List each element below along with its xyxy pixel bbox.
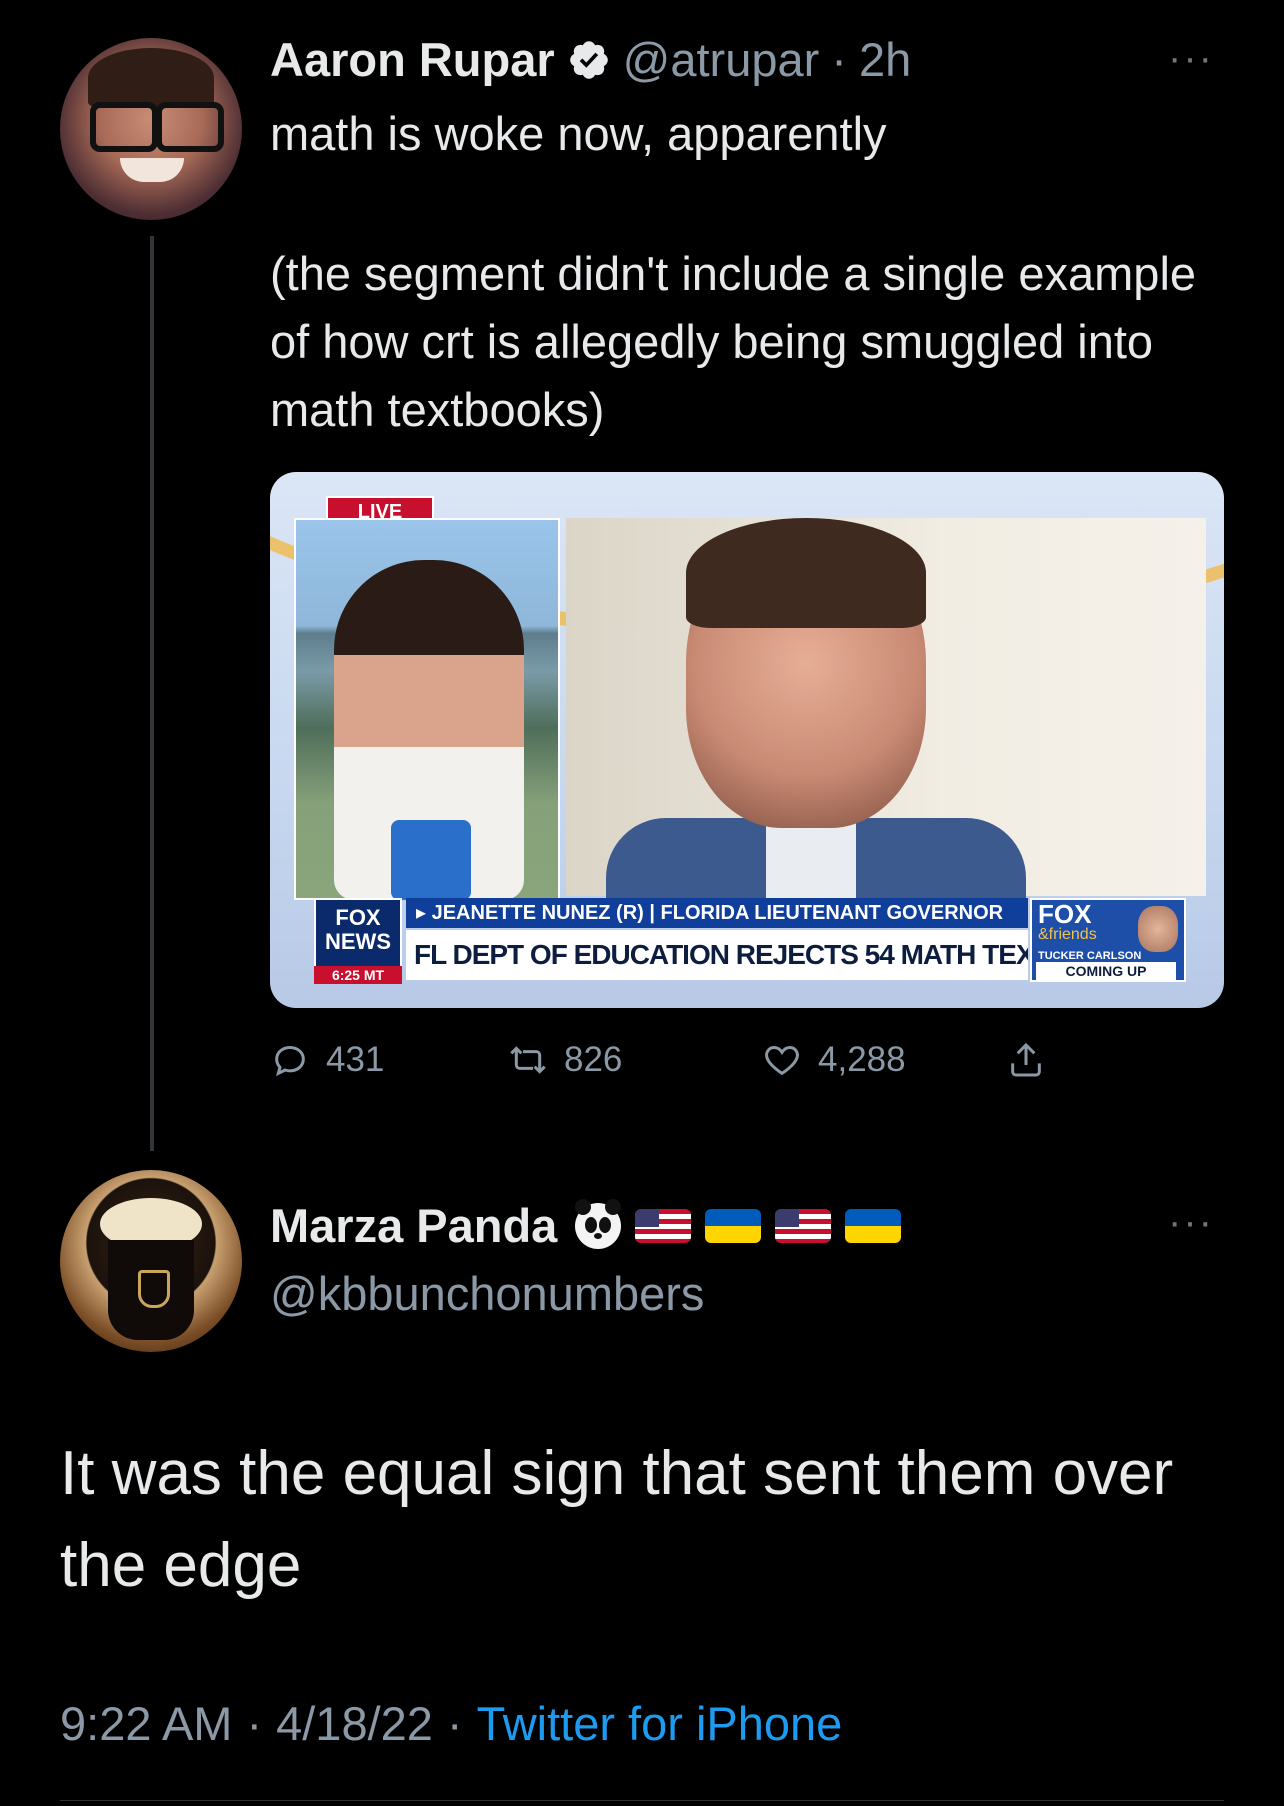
reply-author-handle[interactable]: @kbbunchonumbers [270,1266,704,1321]
us-flag-icon [775,1208,832,1243]
reply-icon [275,1045,305,1077]
reply-action[interactable]: 431 [270,1040,384,1080]
avatar-smile [120,158,184,182]
retweet-count: 826 [564,1040,623,1079]
author-handle[interactable]: @atrupar [623,32,820,87]
chyron: FOX NEWS 6:25 MT ▸ JEANETTE NUNEZ (R) | … [314,898,1186,984]
subject-photo [566,518,1206,918]
broadcast-clock: 6:25 MT [314,966,402,984]
time-separator: · [831,33,847,86]
reply-author-name[interactable]: Marza Panda [270,1198,557,1253]
chyron-headline: FL DEPT OF EDUCATION REJECTS 54 MATH TEX… [406,930,1028,980]
subject-hair [686,518,926,628]
author-name[interactable]: Aaron Rupar [270,32,555,87]
promo-coming-up: COMING UP [1036,962,1176,980]
footer-time[interactable]: 9:22 AM [60,1696,232,1751]
promo-host-photo [1138,906,1178,952]
like-icon [765,1045,799,1076]
reply-tweet-header: Marza Panda [270,1198,902,1253]
footer-date[interactable]: 4/18/22 [276,1696,433,1751]
panda-emoji-icon [575,1198,622,1249]
tweet-media-video[interactable]: LIVE FOX NEWS 6:25 MT ▸ JEANETTE NUNEZ (… [270,472,1224,1008]
tweet-footer: 9:22 AM · 4/18/22 · Twitter for iPhone [60,1696,842,1751]
retweet-action[interactable]: 826 [508,1040,622,1080]
parent-tweet-text-line1: math is woke now, apparently [270,107,887,160]
like-action[interactable]: 4,288 [762,1040,906,1080]
author-avatar[interactable] [60,38,242,220]
avatar-harp-logo [138,1270,170,1308]
display-name-emojis [575,1198,902,1249]
avatar-glasses-right [156,102,224,152]
avatar-hair [88,48,214,108]
logo-line2: NEWS [325,929,391,954]
footer-source-link[interactable]: Twitter for iPhone [477,1696,843,1751]
logo-line1: FOX [335,905,381,930]
guest-camera-feed [294,518,560,900]
show-logo: FOX [1038,899,1092,929]
thread-connector-line [150,236,154,1151]
more-icon[interactable]: ··· [1168,36,1214,81]
ukraine-flag-icon [845,1208,902,1243]
tweet-time[interactable]: 2h [859,32,911,87]
reply-tweet-text: It was the equal sign that sent them ove… [60,1439,1174,1600]
like-count: 4,288 [818,1040,906,1079]
us-flag-icon [635,1208,692,1243]
parent-tweet-header: Aaron Rupar @atrupar · 2h [270,32,911,87]
avatar-glasses-left [90,102,158,152]
guest-blouse [391,820,471,900]
ukraine-flag-icon [705,1208,762,1243]
reply-more-icon[interactable]: ··· [1168,1200,1214,1245]
fox-news-logo: FOX NEWS [314,898,402,968]
reply-author-avatar[interactable] [60,1170,242,1352]
show-subtitle: &friends [1038,926,1097,943]
footer-separator: · [246,1697,263,1750]
promo-host-name: TUCKER CARLSON [1038,950,1142,962]
retweet-icon [510,1046,546,1074]
fox-friends-promo: FOX &friends TUCKER CARLSON COMING UP [1030,898,1186,982]
parent-tweet-text-para2: (the segment didn't include a single exa… [270,247,1197,436]
share-action[interactable] [1006,1040,1046,1080]
footer-divider [60,1800,1224,1801]
reply-count: 431 [326,1040,385,1079]
footer-separator: · [446,1697,463,1750]
verified-icon [569,40,608,79]
share-icon [1011,1042,1041,1077]
guest-caption: ▸ JEANETTE NUNEZ (R) | FLORIDA LIEUTENAN… [406,898,1028,928]
